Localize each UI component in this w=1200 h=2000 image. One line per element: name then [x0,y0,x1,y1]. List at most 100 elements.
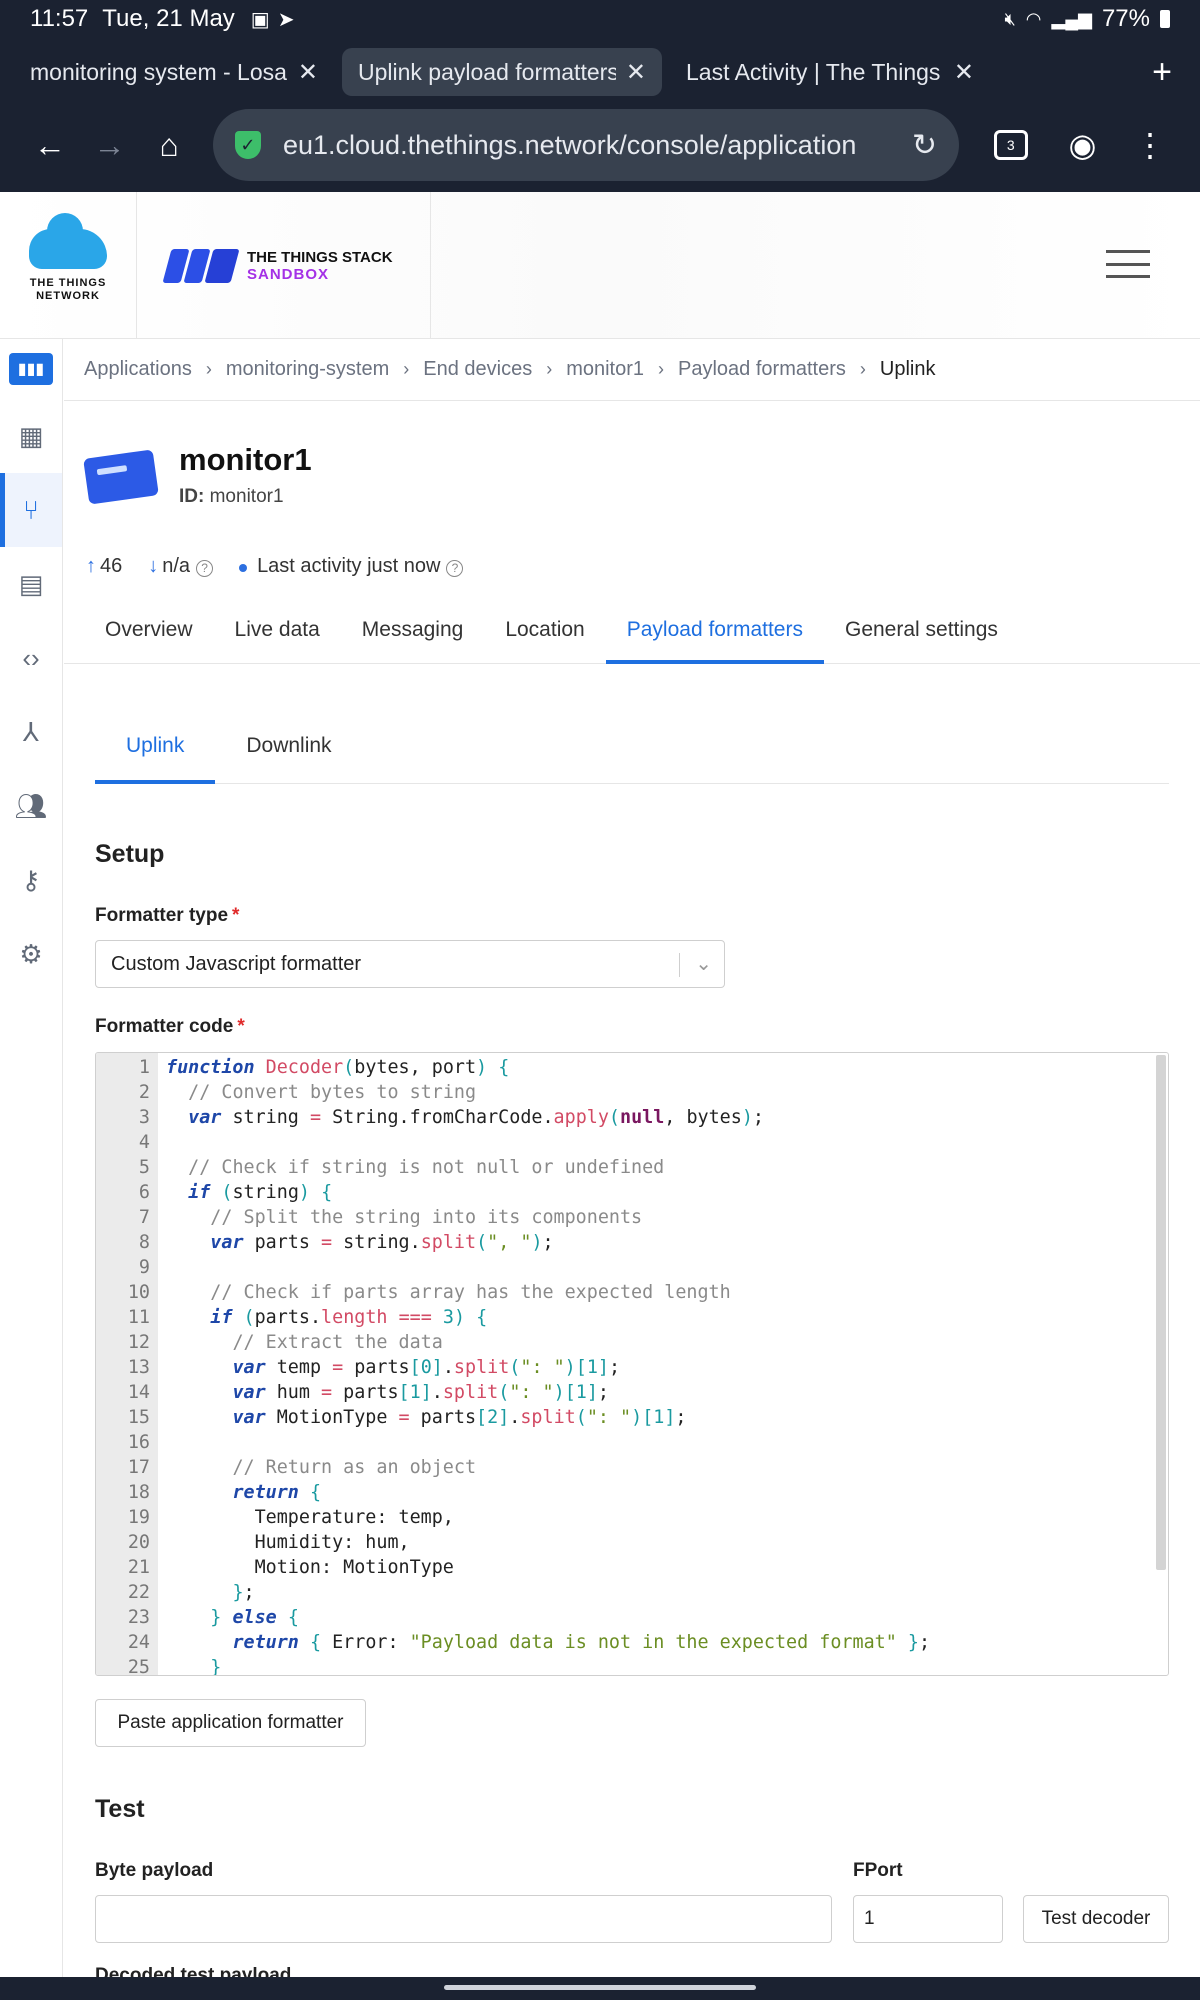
tab-location[interactable]: Location [484,612,605,663]
code-line[interactable]: 8 var parts = string.split(", "); [96,1230,1156,1255]
ttn-logo[interactable]: THE THINGS NETWORK [0,192,137,339]
reload-icon[interactable]: ↻ [912,128,937,163]
url-text: eu1.cloud.thethings.network/console/appl… [282,129,857,160]
tab-downlink[interactable]: Downlink [215,732,362,783]
browser-tab-active[interactable]: Uplink payload formatters ✕ [342,48,662,96]
code-line[interactable]: 7 // Split the string into its component… [96,1205,1156,1230]
sidebar-item-api-keys[interactable]: ⚷ [0,843,62,917]
sidebar-item-dashboard[interactable]: ▦ [0,399,62,473]
code-line[interactable]: 19 Temperature: temp, [96,1505,1156,1530]
tts-mark-icon [162,248,240,283]
line-number: 7 [138,1207,150,1228]
breadcrumb-application[interactable]: monitoring-system [226,358,389,381]
sidebar-item-payload-formatters[interactable]: ‹› [0,621,62,695]
code-line[interactable]: 25 } [96,1655,1156,1675]
decoded-test-payload-label: Decoded test payload [95,1965,292,1977]
code-line[interactable]: 11 if (parts.length === 3) { [96,1305,1156,1330]
home-icon[interactable]: ⌂ [139,115,199,175]
code-line[interactable]: 24 return { Error: "Payload data is not … [96,1630,1156,1655]
chevron-down-icon: ⌄ [695,953,712,975]
code-line[interactable]: 15 var MotionType = parts[2].split(": ")… [96,1405,1156,1430]
code-line[interactable]: 14 var hum = parts[1].split(": ")[1]; [96,1380,1156,1405]
new-tab-plus-icon[interactable]: + [1138,53,1186,92]
code-line[interactable]: 23 } else { [96,1605,1156,1630]
sidebar-item-collaborators[interactable]: 👥︎ [0,769,62,843]
sidebar-item-end-devices[interactable]: ⑂ [0,473,62,547]
editor-scrollbar[interactable] [1156,1055,1166,1570]
close-icon[interactable]: ✕ [298,58,318,87]
test-decoder-button[interactable]: Test decoder [1023,1895,1169,1943]
code-editor[interactable]: 1 function Decoder(bytes, port) {2 // Con… [95,1052,1169,1676]
code-line[interactable]: 5 // Check if string is not null or unde… [96,1155,1156,1180]
code-line[interactable]: 2 // Convert bytes to string [96,1080,1156,1105]
browser-tab[interactable]: Last Activity | The Things ✕ [670,48,990,96]
help-icon[interactable]: ? [446,560,464,577]
browser-tab-title: monitoring system - Losant [30,58,288,85]
browser-tab[interactable]: monitoring system - Losant ✕ [14,48,334,96]
tab-uplink[interactable]: Uplink [95,732,216,784]
line-number: 21 [127,1557,150,1578]
tab-general-settings[interactable]: General settings [824,612,1019,663]
tab-messaging[interactable]: Messaging [341,612,485,663]
code-line[interactable]: 17 // Return as an object [96,1455,1156,1480]
code-line[interactable]: 20 Humidity: hum, [96,1530,1156,1555]
tts-logo[interactable]: THE THINGS STACK SANDBOX [137,192,431,339]
code-line[interactable]: 4 [96,1130,1156,1155]
tab-live-data[interactable]: Live data [214,612,341,663]
code-line[interactable]: 18 return { [96,1480,1156,1505]
breadcrumb-payload-formatters[interactable]: Payload formatters [678,358,846,381]
paste-application-formatter-button[interactable]: Paste application formatter [95,1699,366,1747]
sidebar-item-settings[interactable]: ⚙ [0,917,62,991]
code-line[interactable]: 6 if (string) { [96,1180,1156,1205]
code-line[interactable]: 10 // Check if parts array has the expec… [96,1280,1156,1305]
formatter-type-select[interactable]: Custom Javascript formatter ⌄ [95,940,725,988]
help-icon[interactable]: ? [196,560,214,577]
line-number: 4 [138,1132,150,1153]
tab-overview[interactable]: Overview [84,612,214,663]
hamburger-menu-icon[interactable] [1106,250,1150,278]
device-stats: ↑ 46 ↓ n/a? Last activity just now? [86,555,464,578]
merge-icon: ⅄ [23,716,39,747]
close-icon[interactable]: ✕ [954,58,974,87]
device-id-label: ID: [179,486,205,507]
tab-switcher-button[interactable]: 3 [981,115,1041,175]
code-line[interactable]: 22 }; [96,1580,1156,1605]
code-line[interactable]: 12 // Extract the data [96,1330,1156,1355]
line-number: 13 [127,1357,150,1378]
sidebar-item-overview[interactable]: ▮▮▮ [0,339,62,399]
chevron-right-icon: › [658,359,665,379]
required-marker: * [232,905,240,926]
back-arrow-icon[interactable]: ← [20,115,80,175]
fport-input[interactable]: 1 [853,1895,1003,1943]
code-line[interactable]: 13 var temp = parts[0].split(": ")[1]; [96,1355,1156,1380]
code-line-text: var hum = parts[1].split(": ")[1]; [232,1382,609,1403]
more-menu-icon[interactable]: ⋮ [1120,115,1180,175]
code-line[interactable]: 1 function Decoder(bytes, port) { [96,1055,1156,1080]
code-icon: ‹› [22,642,40,673]
device-icon [83,449,159,505]
line-number: 12 [127,1332,150,1353]
address-bar[interactable]: ✓ eu1.cloud.thethings.network/console/ap… [212,109,959,181]
tab-payload-formatters[interactable]: Payload formatters [605,612,825,664]
chevron-right-icon: › [403,359,410,379]
chart-icon: ▮▮▮ [9,353,53,385]
code-line[interactable]: 16 [96,1430,1156,1455]
uplink-count: 46 [100,555,123,577]
close-icon[interactable]: ✕ [626,58,646,87]
breadcrumb-applications[interactable]: Applications [84,358,192,381]
forward-arrow-icon[interactable]: → [80,115,140,175]
home-gesture-pill[interactable] [444,1985,756,1990]
account-icon[interactable]: ◉ [1053,115,1113,175]
status-bar: 11:57 Tue, 21 May ▣ ➤ 🔇︎ ◠ ▂▄▆ 77% [0,0,1200,38]
sidebar-item-integrations[interactable]: ⅄ [0,695,62,769]
byte-payload-input[interactable] [95,1895,832,1943]
code-line-text: // Split the string into its components [210,1207,643,1228]
code-content[interactable]: 1 function Decoder(bytes, port) {2 // Con… [96,1055,1156,1675]
sidebar-item-live-data[interactable]: ▤ [0,547,62,621]
code-line[interactable]: 21 Motion: MotionType [96,1555,1156,1580]
line-number: 8 [138,1232,150,1253]
code-line[interactable]: 3 var string = String.fromCharCode.apply… [96,1105,1156,1130]
breadcrumb-device[interactable]: monitor1 [566,358,644,381]
code-line[interactable]: 9 [96,1255,1156,1280]
breadcrumb-end-devices[interactable]: End devices [423,358,532,381]
